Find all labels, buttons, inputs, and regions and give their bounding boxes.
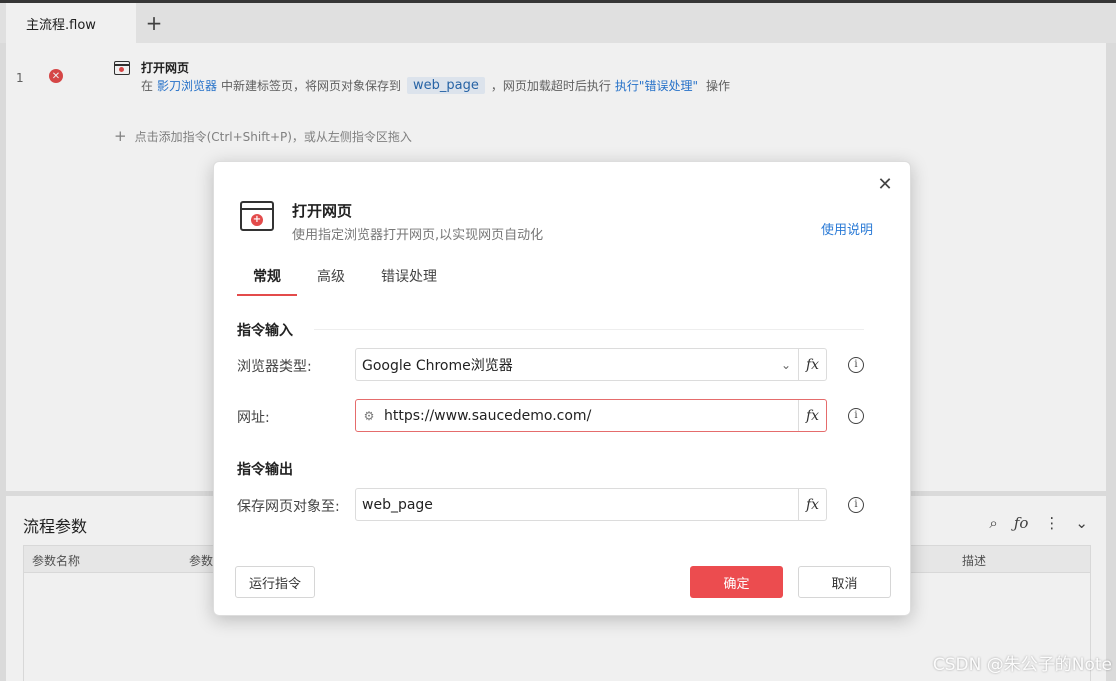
- dialog-subtitle: 使用指定浏览器打开网页,以实现网页自动化: [292, 228, 544, 243]
- output-section-label: 指令输出: [237, 462, 293, 478]
- info-icon[interactable]: i: [848, 408, 864, 424]
- url-label: 网址:: [237, 410, 270, 426]
- tab-error-handling[interactable]: 错误处理: [365, 266, 453, 296]
- cancel-button[interactable]: 取消: [798, 566, 891, 598]
- dialog-title: 打开网页: [292, 202, 353, 220]
- tab-advanced[interactable]: 高级: [301, 266, 361, 296]
- fx-button[interactable]: fx: [798, 400, 826, 431]
- run-command-button[interactable]: 运行指令: [235, 566, 315, 598]
- open-webpage-dialog: ✕ + 打开网页 使用指定浏览器打开网页,以实现网页自动化 使用说明 常规 高级…: [213, 161, 911, 616]
- save-to-value: web_page: [362, 496, 433, 513]
- watermark: CSDN @朱公子的Note: [932, 655, 1112, 675]
- chevron-down-icon[interactable]: ⌄: [774, 358, 798, 372]
- save-to-input[interactable]: web_page fx: [355, 488, 827, 521]
- divider: [314, 329, 864, 330]
- info-icon[interactable]: i: [848, 357, 864, 373]
- save-to-label: 保存网页对象至:: [237, 499, 340, 515]
- info-icon[interactable]: i: [848, 497, 864, 513]
- browser-window-icon: +: [240, 201, 274, 231]
- input-section-label: 指令输入: [237, 323, 293, 339]
- confirm-button[interactable]: 确定: [690, 566, 783, 598]
- browser-type-value: Google Chrome浏览器: [362, 357, 513, 374]
- browser-type-label: 浏览器类型:: [237, 359, 312, 375]
- url-value: https://www.saucedemo.com/: [384, 407, 592, 424]
- url-input[interactable]: ⚙ https://www.saucedemo.com/ fx: [355, 399, 827, 432]
- help-link[interactable]: 使用说明: [821, 219, 873, 238]
- fx-button[interactable]: fx: [798, 489, 826, 520]
- fx-button[interactable]: fx: [798, 349, 826, 380]
- browser-type-select[interactable]: Google Chrome浏览器 ⌄ fx: [355, 348, 827, 381]
- close-icon[interactable]: ✕: [876, 176, 894, 194]
- python-icon[interactable]: ⚙: [356, 409, 378, 423]
- dialog-tabs: 常规 高级 错误处理: [237, 266, 457, 296]
- tab-general[interactable]: 常规: [237, 266, 297, 296]
